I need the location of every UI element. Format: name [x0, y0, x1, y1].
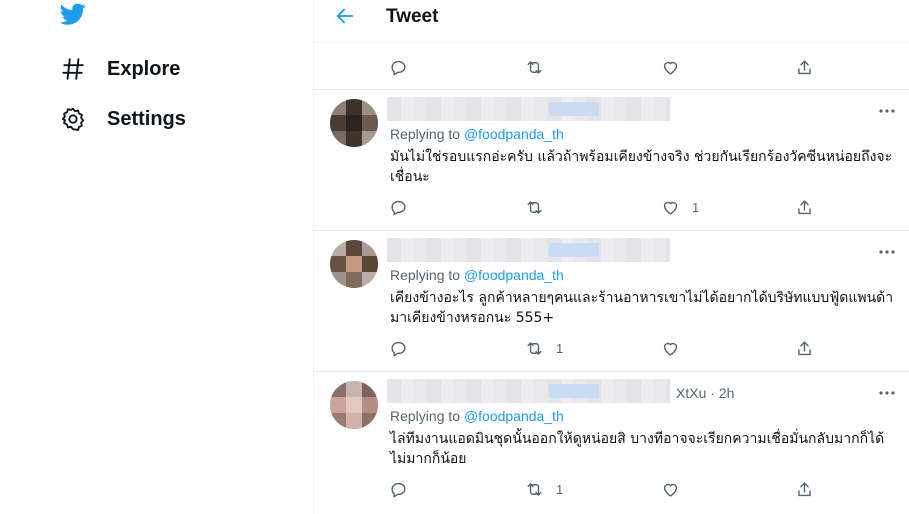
gear-icon: [58, 104, 88, 134]
share-button[interactable]: [795, 333, 814, 363]
retweet-button[interactable]: [525, 192, 544, 222]
avatar[interactable]: [330, 240, 378, 288]
heart-icon: [663, 61, 678, 75]
retweet-button[interactable]: [525, 52, 544, 82]
replying-to-label: Replying to: [390, 408, 461, 424]
page-title: Tweet: [386, 6, 439, 27]
replying-to: Replying to @foodpanda_th: [390, 126, 564, 142]
share-button[interactable]: [795, 52, 814, 82]
author-name-redacted[interactable]: [387, 238, 670, 262]
like-count: 1: [692, 199, 700, 215]
reply-button[interactable]: [389, 474, 408, 504]
retweet-icon: [527, 482, 542, 496]
like-button[interactable]: [661, 474, 680, 504]
tweet-actions: 1: [314, 192, 909, 222]
avatar[interactable]: [330, 99, 378, 147]
replying-to: Replying to @foodpanda_th: [390, 408, 564, 424]
sidebar-item-label: Settings: [107, 107, 186, 130]
more-options-icon[interactable]: [878, 384, 896, 402]
mention-link[interactable]: @foodpanda_th: [464, 408, 564, 424]
heart-icon: [663, 342, 678, 356]
reply-button[interactable]: [389, 333, 408, 363]
like-button[interactable]: 1: [661, 192, 699, 222]
handle-and-timestamp[interactable]: XtXu · 2h: [676, 385, 734, 401]
reply-tweet[interactable]: XtXu · 2h Replying to @foodpanda_th ไล่ท…: [314, 372, 909, 512]
retweet-icon: [527, 60, 542, 74]
author-name-redacted[interactable]: [387, 379, 670, 403]
reply-icon: [391, 60, 406, 75]
retweet-icon: [527, 341, 542, 355]
more-options-icon[interactable]: [878, 243, 896, 261]
retweet-button[interactable]: 1: [525, 333, 563, 363]
back-arrow-icon[interactable]: [334, 5, 356, 27]
reply-tweet[interactable]: Replying to @foodpanda_th มันไม่ใช่รอบแร…: [314, 90, 909, 230]
replying-to-label: Replying to: [390, 126, 461, 142]
retweet-count: 1: [556, 340, 564, 356]
reply-tweet[interactable]: Replying to @foodpanda_th เคียงข้างอะไร …: [314, 231, 909, 371]
retweet-icon: [527, 200, 542, 214]
mention-link[interactable]: @foodpanda_th: [464, 267, 564, 283]
main-column: Tweet Replying to @foodpanda_th มันไม่ใช…: [313, 0, 909, 514]
heart-icon: [663, 483, 678, 497]
reply-button[interactable]: [389, 52, 408, 82]
retweet-count: 1: [556, 481, 564, 497]
replying-to-label: Replying to: [390, 267, 461, 283]
share-button[interactable]: [795, 192, 814, 222]
share-icon: [798, 340, 811, 355]
sidebar-item-settings[interactable]: Settings: [58, 104, 186, 134]
hashtag-icon: [58, 54, 88, 84]
share-button[interactable]: [795, 474, 814, 504]
tweet-actions: [314, 52, 909, 82]
like-button[interactable]: [661, 333, 680, 363]
share-icon: [798, 199, 811, 214]
left-sidebar: Explore Settings: [0, 0, 313, 514]
share-icon: [798, 59, 811, 74]
share-icon: [798, 481, 811, 496]
tweet-header: Tweet: [314, 0, 909, 43]
sidebar-item-label: Explore: [107, 57, 181, 80]
author-name-redacted[interactable]: [387, 97, 670, 121]
like-button[interactable]: [661, 52, 680, 82]
reply-icon: [391, 482, 406, 497]
more-options-icon[interactable]: [878, 102, 896, 120]
reply-icon: [391, 200, 406, 215]
tweet-text: ไล่ทีมงานแอดมินชุดนั้นออกให้ดูหน่อยสิ บา…: [390, 431, 885, 467]
mention-link[interactable]: @foodpanda_th: [464, 126, 564, 142]
avatar[interactable]: [330, 381, 378, 429]
twitter-logo-icon[interactable]: [58, 1, 88, 27]
reply-button[interactable]: [389, 192, 408, 222]
tweet-actions: 1: [314, 333, 909, 363]
heart-icon: [663, 201, 678, 215]
sidebar-item-explore[interactable]: Explore: [58, 54, 180, 84]
tweet-text: เคียงข้างอะไร ลูกค้าหลายๆคนและร้านอาหารเ…: [390, 290, 894, 326]
tweet-text: มันไม่ใช่รอบแรกอ่ะครับ แล้วถ้าพร้อมเคียง…: [390, 149, 893, 185]
replying-to: Replying to @foodpanda_th: [390, 267, 564, 283]
reply-icon: [391, 341, 406, 356]
tweet-actions: 1: [314, 474, 909, 504]
retweet-button[interactable]: 1: [525, 474, 563, 504]
